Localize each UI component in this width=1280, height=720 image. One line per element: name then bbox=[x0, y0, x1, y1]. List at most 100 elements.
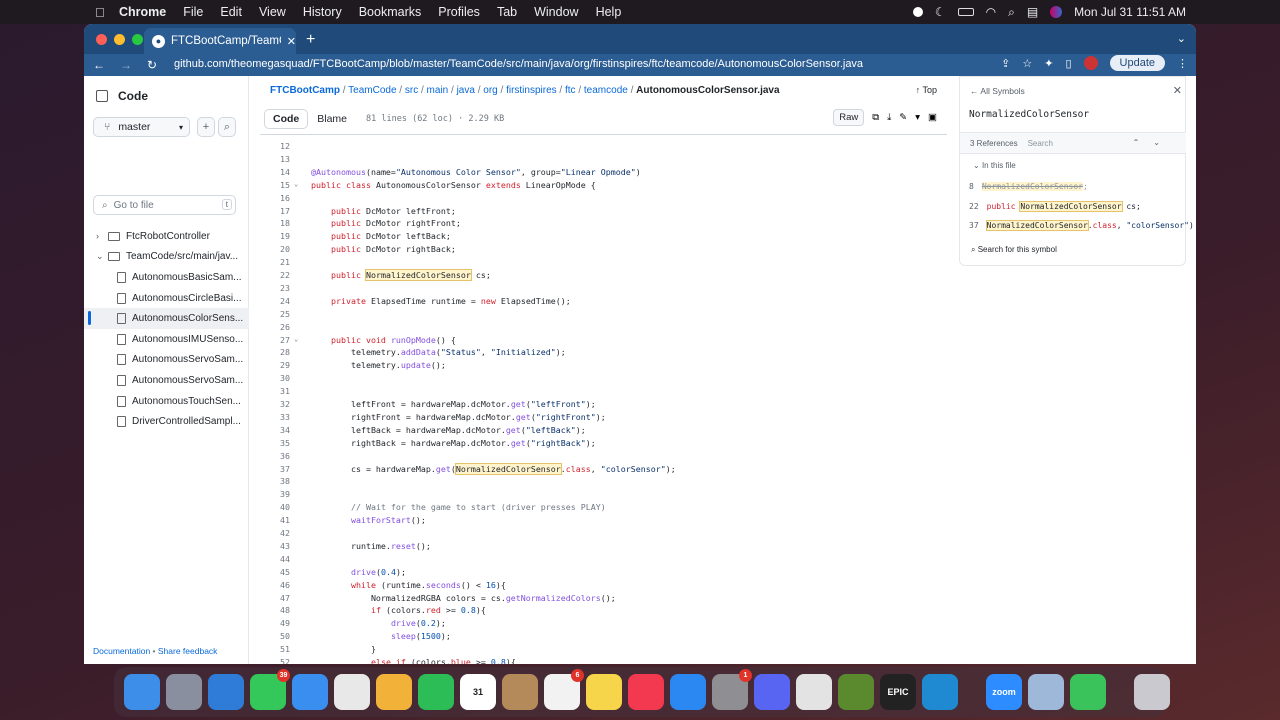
line-number[interactable]: 18 bbox=[260, 218, 290, 228]
line-number[interactable]: 19 bbox=[260, 231, 290, 241]
line-number[interactable]: 37 bbox=[260, 464, 290, 474]
line-number[interactable]: 24 bbox=[260, 296, 290, 306]
breadcrumb-link[interactable]: org bbox=[483, 85, 497, 96]
line-number[interactable]: 14 bbox=[260, 167, 290, 177]
line-number[interactable]: 16 bbox=[260, 193, 290, 203]
in-file-group[interactable]: ⌄ In this file bbox=[973, 161, 1016, 170]
search-icon[interactable]: ⌕ bbox=[1008, 5, 1015, 20]
notes-icon[interactable] bbox=[586, 674, 622, 710]
close-icon[interactable]: ✕ bbox=[1173, 84, 1182, 97]
extensions-icon[interactable]: ✦ bbox=[1044, 57, 1053, 70]
line-number[interactable]: 29 bbox=[260, 360, 290, 370]
line-number[interactable]: 51 bbox=[260, 644, 290, 654]
menu-kebab-icon[interactable]: ⋮ bbox=[1177, 57, 1188, 70]
safari-icon[interactable] bbox=[208, 674, 244, 710]
close-tab-icon[interactable]: ✕ bbox=[287, 35, 296, 48]
line-number[interactable]: 36 bbox=[260, 451, 290, 461]
moon-icon[interactable]: ☾ bbox=[935, 5, 946, 19]
references-search-input[interactable]: Search bbox=[1028, 139, 1053, 148]
menu-edit[interactable]: Edit bbox=[220, 5, 242, 19]
edit-pencil-icon[interactable]: ✎ bbox=[899, 112, 907, 123]
close-window-button[interactable] bbox=[96, 34, 107, 45]
fold-chevron-icon[interactable]: ⌄ bbox=[294, 180, 298, 188]
tab-blame[interactable]: Blame bbox=[308, 109, 356, 129]
line-number[interactable]: 40 bbox=[260, 502, 290, 512]
line-number[interactable]: 32 bbox=[260, 399, 290, 409]
zoom-window-button[interactable] bbox=[132, 34, 143, 45]
roblox-icon[interactable] bbox=[796, 674, 832, 710]
epic-games-icon[interactable]: EPIC bbox=[880, 674, 916, 710]
forward-icon[interactable]: → bbox=[120, 58, 132, 72]
reference-item[interactable]: 22 public NormalizedColorSensor cs; bbox=[969, 200, 1141, 212]
collapse-panel-icon[interactable] bbox=[96, 90, 108, 102]
chevron-icon[interactable]: › bbox=[96, 231, 108, 241]
breadcrumb-link[interactable]: FTCBootCamp bbox=[270, 85, 340, 96]
apple-icon[interactable]:  bbox=[95, 5, 107, 20]
line-number[interactable]: 23 bbox=[260, 283, 290, 293]
mail-icon[interactable] bbox=[292, 674, 328, 710]
tree-item[interactable]: ⌄ TeamCode/src/main/jav... bbox=[84, 247, 249, 268]
breadcrumb-link[interactable]: teamcode bbox=[584, 85, 628, 96]
line-number[interactable]: 25 bbox=[260, 309, 290, 319]
breadcrumb-link[interactable]: main bbox=[427, 85, 449, 96]
battery-icon[interactable] bbox=[957, 8, 974, 16]
share-feedback-link[interactable]: Share feedback bbox=[158, 646, 218, 656]
line-number[interactable]: 38 bbox=[260, 476, 290, 486]
tab-code[interactable]: Code bbox=[264, 109, 309, 129]
breadcrumb-link[interactable]: src bbox=[405, 85, 418, 96]
top-link[interactable]: ↑ Top bbox=[916, 85, 937, 95]
documentation-link[interactable]: Documentation bbox=[93, 646, 150, 656]
search-symbol-link[interactable]: ⌕ Search for this symbol bbox=[971, 245, 1057, 255]
address-bar[interactable]: github.com/theomegasquad/FTCBootCamp/blo… bbox=[174, 58, 863, 70]
siri-icon[interactable] bbox=[1050, 6, 1063, 18]
browser-tab[interactable]: ● FTCBootCamp/TeamCode/src/ ✕ bbox=[144, 28, 296, 54]
line-number[interactable]: 47 bbox=[260, 593, 290, 603]
fold-chevron-icon[interactable]: ⌄ bbox=[294, 335, 298, 343]
reminders-icon[interactable]: 6 bbox=[544, 669, 584, 710]
vscode-icon[interactable] bbox=[922, 674, 958, 710]
tree-item[interactable]: AutonomousServoSam... bbox=[84, 370, 249, 391]
tree-item[interactable]: AutonomousCircleBasi... bbox=[84, 288, 249, 309]
contacts-icon[interactable] bbox=[502, 674, 538, 710]
bookmark-star-icon[interactable]: ☆ bbox=[1022, 57, 1032, 70]
line-number[interactable]: 28 bbox=[260, 347, 290, 357]
line-number[interactable]: 21 bbox=[260, 257, 290, 267]
chrome-icon[interactable] bbox=[334, 674, 370, 710]
line-number[interactable]: 43 bbox=[260, 541, 290, 551]
line-number[interactable]: 44 bbox=[260, 554, 290, 564]
line-number[interactable]: 46 bbox=[260, 580, 290, 590]
minecraft-icon[interactable] bbox=[838, 674, 874, 710]
line-number[interactable]: 39 bbox=[260, 489, 290, 499]
search-files-button[interactable]: ⌕ bbox=[218, 117, 236, 137]
sidebar-toggle-icon[interactable]: ▯ bbox=[1065, 57, 1071, 70]
copy-icon[interactable]: ⧉ bbox=[872, 112, 879, 123]
system-settings-icon[interactable]: 1 bbox=[712, 669, 752, 710]
zoom-icon[interactable]: zoom bbox=[986, 674, 1022, 710]
line-number[interactable]: 12 bbox=[260, 141, 290, 151]
breadcrumb-link[interactable]: ftc bbox=[565, 85, 576, 96]
preview-icon[interactable] bbox=[1028, 674, 1064, 710]
chevron-icon[interactable]: ⌄ bbox=[96, 251, 108, 262]
line-number[interactable]: 26 bbox=[260, 322, 290, 332]
line-number[interactable]: 41 bbox=[260, 515, 290, 525]
breadcrumb-link[interactable]: java bbox=[457, 85, 475, 96]
chevron-down-icon[interactable]: ▾ bbox=[915, 112, 920, 123]
line-number[interactable]: 35 bbox=[260, 438, 290, 448]
branch-selector[interactable]: ⑂ master ▾ bbox=[93, 117, 190, 137]
raw-button[interactable]: Raw bbox=[833, 109, 865, 126]
profile-avatar[interactable] bbox=[1083, 56, 1098, 70]
finder-icon[interactable] bbox=[124, 674, 160, 710]
reload-icon[interactable]: ↻ bbox=[147, 58, 157, 72]
tab-search-chevron-icon[interactable]: ⌄ bbox=[1177, 32, 1186, 45]
new-tab-button[interactable]: + bbox=[306, 31, 315, 49]
wifi-icon[interactable]: ◠ bbox=[986, 5, 996, 19]
line-number[interactable]: 42 bbox=[260, 528, 290, 538]
discord-icon[interactable] bbox=[754, 674, 790, 710]
line-number[interactable]: 22 bbox=[260, 270, 290, 280]
tree-item[interactable]: AutonomousIMUSenso... bbox=[84, 329, 249, 350]
menu-profiles[interactable]: Profiles bbox=[438, 5, 480, 19]
download-icon[interactable]: ⤓ bbox=[887, 112, 891, 123]
line-number[interactable]: 31 bbox=[260, 386, 290, 396]
line-number[interactable]: 48 bbox=[260, 605, 290, 615]
menu-view[interactable]: View bbox=[259, 5, 286, 19]
